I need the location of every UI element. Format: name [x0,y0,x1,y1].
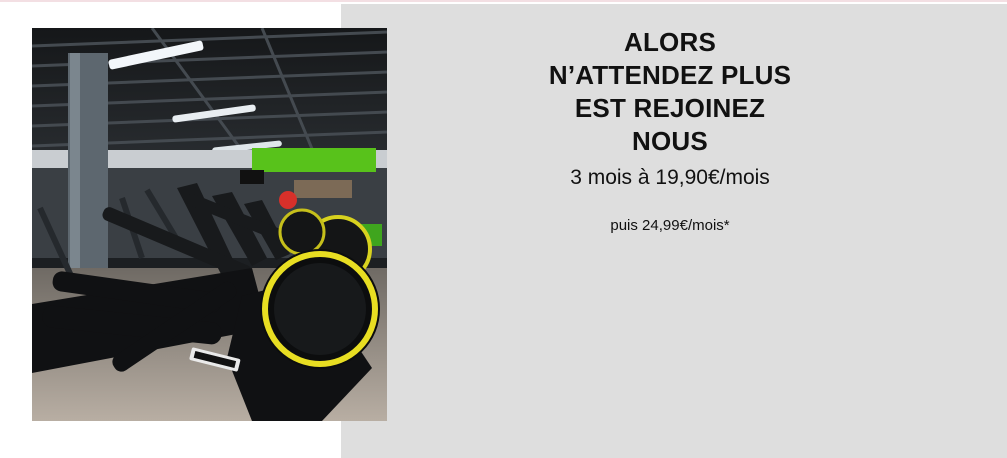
top-divider [0,0,1007,2]
promo-headline: ALORS N’ATTENDEZ PLUS EST REJOINEZ NOUS [475,26,865,158]
headline-line: N’ATTENDEZ PLUS [548,60,792,90]
gym-photo [32,28,387,421]
promo-text: ALORS N’ATTENDEZ PLUS EST REJOINEZ NOUS … [475,26,865,236]
headline-line: EST REJOINEZ [574,93,766,123]
offer-price: 3 mois à 19,90€/mois [570,166,770,189]
after-promo-price: puis 24,99€/mois* [610,217,730,234]
promo-section: ALORS N’ATTENDEZ PLUS EST REJOINEZ NOUS … [0,0,1007,458]
headline-line: ALORS [624,27,716,57]
headline-line: NOUS [632,126,708,156]
